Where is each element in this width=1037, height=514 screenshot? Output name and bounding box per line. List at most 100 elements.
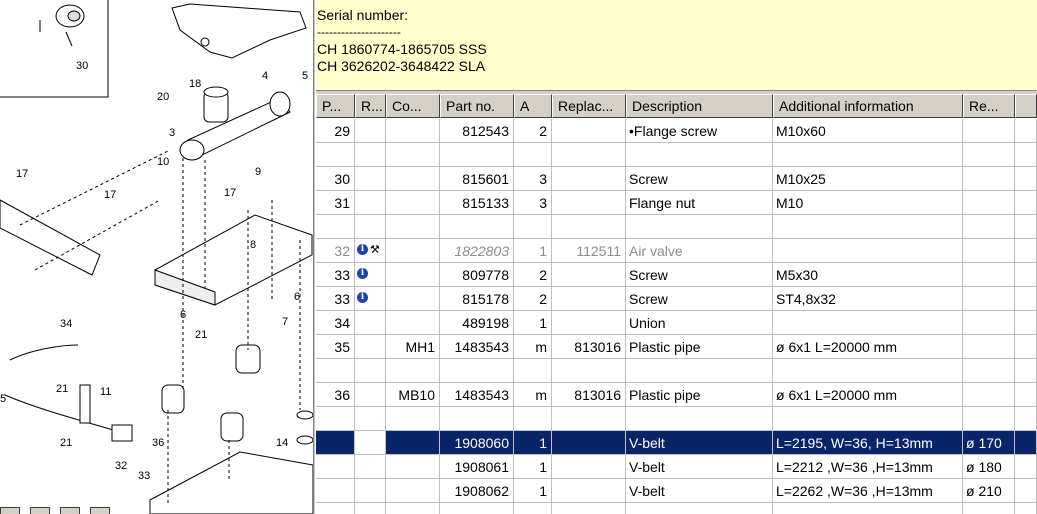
table-row[interactable]: [316, 359, 1037, 383]
table-row[interactable]: 36 MB10 1483543 m 813016 Plastic pipe ø 6x1 L=…: [316, 383, 1037, 407]
col-part-no-cell: 1822803: [440, 239, 514, 263]
col-code-cell: [386, 167, 440, 191]
col-r-cell: [355, 215, 386, 239]
col-replaced-header[interactable]: Replac...: [552, 94, 626, 118]
row-filler: [1015, 191, 1037, 215]
col-part-no-header[interactable]: Part no.: [440, 94, 514, 118]
callout: 34: [60, 318, 72, 330]
table-row[interactable]: [316, 215, 1037, 239]
col-additional-info-cell: L=2262 ,W=36 ,H=13mm: [773, 479, 963, 503]
col-r-cell: [355, 167, 386, 191]
col-description-header[interactable]: Description: [626, 94, 773, 118]
zoom-out-icon[interactable]: [30, 507, 50, 514]
table-row[interactable]: 32 1822803 1 112511 Air valve i ⚒: [316, 239, 1037, 263]
col-qty-cell: [514, 215, 552, 239]
col-r-cell: [355, 503, 386, 514]
col-remark-cell: [963, 215, 1015, 239]
col-qty-cell: [514, 143, 552, 167]
col-code-cell: [386, 455, 440, 479]
print-icon[interactable]: [90, 507, 110, 514]
col-pos-cell: 30: [316, 167, 355, 191]
col-r-cell: [355, 407, 386, 431]
table-row[interactable]: 29 812543 2 •Flange screw M10x60: [316, 119, 1037, 143]
col-code-cell: [386, 407, 440, 431]
fit-view-icon[interactable]: [60, 507, 80, 514]
col-code-cell: [386, 359, 440, 383]
row-filler: [1015, 239, 1037, 263]
table-row[interactable]: [316, 503, 1037, 514]
col-replaced-cell: [552, 119, 626, 143]
table-row[interactable]: [316, 407, 1037, 431]
info-icon[interactable]: i: [357, 244, 368, 255]
col-additional-info-header[interactable]: Additional information: [773, 94, 963, 118]
row-filler: [1015, 503, 1037, 514]
col-description-cell: Air valve: [626, 239, 773, 263]
col-code-header[interactable]: Co...: [386, 94, 440, 118]
col-pos-cell: 36: [316, 383, 355, 407]
col-remark-cell: [963, 167, 1015, 191]
table-row[interactable]: 33 815178 2 Screw ST4,8x32 i: [316, 287, 1037, 311]
col-qty-cell: [514, 359, 552, 383]
col-qty-cell: [514, 503, 552, 514]
col-qty-cell: 1: [514, 311, 552, 335]
col-pos-cell: [316, 143, 355, 167]
callout: 17: [16, 168, 28, 180]
table-row[interactable]: 1908061 1 V-belt L=2212 ,W=36 ,H=13mm ø 180: [316, 455, 1037, 479]
col-remark-cell: [963, 383, 1015, 407]
col-additional-info-cell: M5x30: [773, 263, 963, 287]
col-part-no-cell: 815178: [440, 287, 514, 311]
header-filler: [1015, 94, 1037, 118]
callout: 21: [195, 329, 207, 341]
exploded-view-drawing: 30 18 4 5 20 3 10 9 17 17 17 8 6 6 21 7 …: [0, 0, 313, 514]
col-additional-info-cell: [773, 311, 963, 335]
col-qty-cell: m: [514, 383, 552, 407]
col-description-cell: [626, 503, 773, 514]
col-remark-cell: [963, 335, 1015, 359]
col-code-cell: MH1: [386, 335, 440, 359]
table-row[interactable]: [316, 143, 1037, 167]
col-remark-cell: [963, 407, 1015, 431]
callout: 3: [169, 127, 175, 139]
col-remark-header[interactable]: Re...: [963, 94, 1015, 118]
col-pos-cell: 32: [316, 239, 355, 263]
col-part-no-cell: [440, 215, 514, 239]
col-code-cell: [386, 239, 440, 263]
table-row[interactable]: 35 MH1 1483543 m 813016 Plastic pipe ø 6x1 L=2…: [316, 335, 1037, 359]
col-qty-cell: 1: [514, 431, 552, 455]
table-row[interactable]: 33 809778 2 Screw M5x30 i: [316, 263, 1037, 287]
parts-table[interactable]: P... R... Co... Part no. A Replac... Descripti…: [316, 94, 1037, 514]
col-additional-info-cell: [773, 407, 963, 431]
table-row[interactable]: 1908060 1 V-belt L=2195, W=36, H=13mm ø 170: [316, 431, 1037, 455]
table-row[interactable]: 1908062 1 V-belt L=2262 ,W=36 ,H=13mm ø 210: [316, 479, 1037, 503]
table-row[interactable]: 34 489198 1 Union: [316, 311, 1037, 335]
col-pos-header[interactable]: P...: [316, 94, 355, 118]
row-filler: [1015, 455, 1037, 479]
col-description-cell: Plastic pipe: [626, 383, 773, 407]
row-filler: [1015, 263, 1037, 287]
col-qty-cell: m: [514, 335, 552, 359]
col-qty-header[interactable]: A: [514, 94, 552, 118]
col-replaced-cell: [552, 287, 626, 311]
row-filler: [1015, 215, 1037, 239]
table-row[interactable]: 31 815133 3 Flange nut M10: [316, 191, 1037, 215]
col-remark-cell: [963, 191, 1015, 215]
col-qty-cell: 1: [514, 239, 552, 263]
table-row[interactable]: 30 815601 3 Screw M10x25: [316, 167, 1037, 191]
info-icon[interactable]: i: [357, 292, 368, 303]
row-filler: [1015, 335, 1037, 359]
info-icon[interactable]: i: [357, 268, 368, 279]
col-pos-cell: 33: [316, 287, 355, 311]
col-description-cell: V-belt: [626, 479, 773, 503]
col-r-header[interactable]: R...: [355, 94, 386, 118]
parts-diagram[interactable]: 30 18 4 5 20 3 10 9 17 17 17 8 6 6 21 7 …: [0, 0, 313, 514]
col-pos-cell: 31: [316, 191, 355, 215]
col-replaced-cell: 813016: [552, 335, 626, 359]
callout: 32: [115, 460, 127, 472]
zoom-in-icon[interactable]: [0, 507, 20, 514]
col-description-cell: Flange nut: [626, 191, 773, 215]
col-description-cell: Union: [626, 311, 773, 335]
tool-icon[interactable]: ⚒: [370, 243, 380, 256]
col-code-cell: [386, 119, 440, 143]
col-part-no-cell: 809778: [440, 263, 514, 287]
callout: 9: [255, 166, 261, 178]
